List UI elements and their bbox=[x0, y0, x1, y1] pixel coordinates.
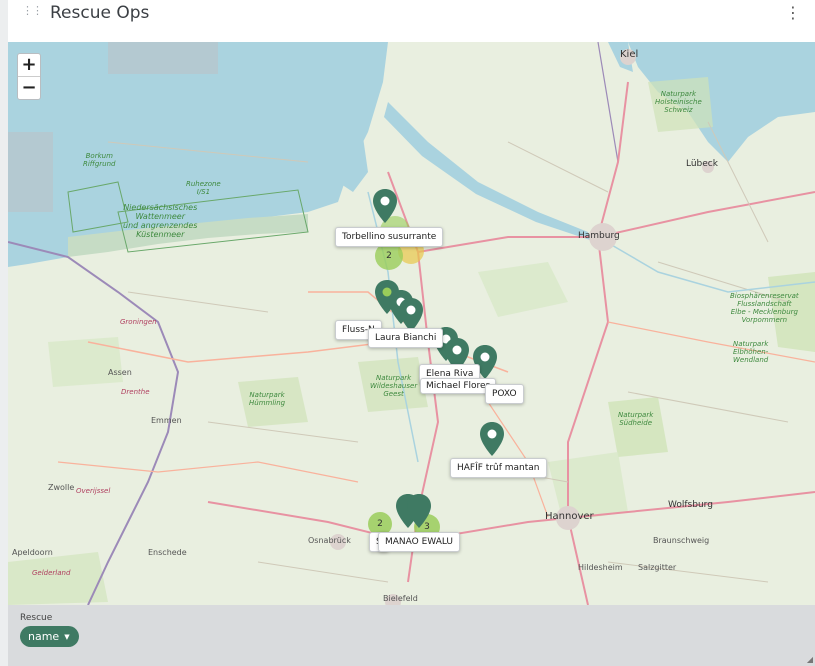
filter-chip-label: name bbox=[28, 630, 60, 643]
place-borkum: Borkum Riffgrund bbox=[83, 152, 116, 168]
place-kiel: Kiel bbox=[620, 49, 639, 60]
widget-title: Rescue Ops bbox=[50, 3, 150, 23]
place-hamburg: Hamburg bbox=[578, 231, 620, 241]
more-options-icon[interactable]: ⋮ bbox=[785, 3, 801, 22]
map-pin-icon[interactable] bbox=[406, 494, 432, 528]
place-hummling: Naturpark Hümmling bbox=[249, 391, 286, 407]
place-enschede: Enschede bbox=[148, 548, 187, 557]
widget-card: ⋮⋮ Rescue Ops ⋮ + − Kiel Lübeck Hamburg … bbox=[8, 0, 815, 666]
place-braunschweig: Braunschweig bbox=[653, 536, 710, 545]
place-emmen: Emmen bbox=[151, 416, 182, 425]
drag-handle-icon[interactable]: ⋮⋮ bbox=[22, 5, 43, 20]
zoom-in-button[interactable]: + bbox=[18, 54, 40, 76]
place-hannover: Hannover bbox=[545, 511, 594, 522]
place-elbhohen: Naturpark Elbhöhen- Wendland bbox=[733, 340, 769, 364]
filter-label: Rescue bbox=[20, 613, 53, 623]
marker-tooltip: HAFÎF trûf mantan bbox=[450, 458, 547, 478]
map-pin-icon[interactable] bbox=[479, 422, 505, 456]
zoom-control: + − bbox=[17, 53, 41, 100]
place-bielefeld: Bielefeld bbox=[383, 594, 418, 603]
place-sudheide: Naturpark Südheide bbox=[618, 411, 654, 427]
map-view[interactable]: + − Kiel Lübeck Hamburg Hannover Wolfsbu… bbox=[8, 42, 815, 605]
place-drenthe: Drenthe bbox=[121, 388, 150, 396]
place-assen: Assen bbox=[108, 368, 132, 377]
place-wolfsburg: Wolfsburg bbox=[668, 500, 713, 510]
name-filter-dropdown[interactable]: name ▼ bbox=[20, 626, 79, 647]
place-holstein: Naturpark Holsteinische Schweiz bbox=[655, 90, 702, 114]
resize-handle-icon[interactable]: ◢ bbox=[807, 655, 813, 664]
place-lubeck: Lübeck bbox=[686, 159, 718, 169]
place-groningen: Groningen bbox=[120, 318, 157, 326]
place-ruhezone: Ruhezone I/S1 bbox=[186, 180, 221, 196]
place-apeldoorn: Apeldoorn bbox=[12, 548, 53, 557]
filter-bar: Rescue name ▼ ◢ bbox=[8, 605, 815, 666]
zoom-out-button[interactable]: − bbox=[18, 76, 40, 99]
marker-tooltip: Laura Bianchi bbox=[368, 328, 444, 348]
marker-tooltip: Torbellino susurrante bbox=[335, 227, 444, 247]
place-salzgitter: Salzgitter bbox=[638, 563, 677, 572]
map-pin-icon[interactable] bbox=[398, 298, 424, 332]
place-biosphere: Biosphärenreservat Flusslandschaft Elbe … bbox=[730, 292, 799, 324]
marker-tooltip: POXO bbox=[485, 384, 524, 404]
caret-down-icon: ▼ bbox=[64, 632, 70, 641]
place-gelderland: Gelderland bbox=[32, 569, 71, 577]
place-osnabruck: Osnabrück bbox=[308, 536, 351, 545]
marker-tooltip: MANAO EWALU bbox=[378, 532, 461, 552]
place-zwolle: Zwolle bbox=[48, 483, 75, 492]
place-hildesheim: Hildesheim bbox=[578, 563, 623, 572]
place-overijssel: Overijssel bbox=[76, 487, 111, 495]
map-pin-icon[interactable] bbox=[372, 189, 398, 223]
widget-header: ⋮⋮ Rescue Ops ⋮ bbox=[8, 0, 815, 42]
place-wildeshauser: Naturpark Wildeshauser Geest bbox=[370, 374, 418, 398]
place-wattenmeer: Niedersächsisches Wattenmeer und angrenz… bbox=[123, 203, 198, 239]
